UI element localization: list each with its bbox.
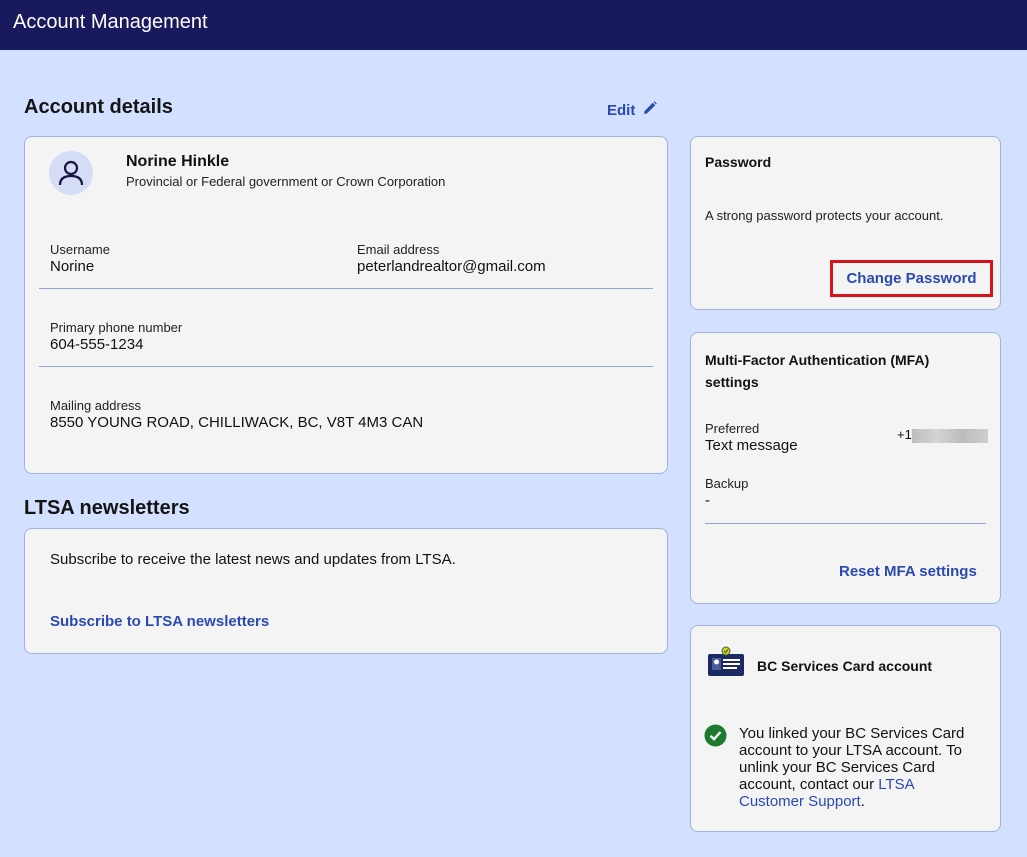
mfa-card: Multi-Factor Authentication (MFA) settin… [690, 332, 1001, 604]
checkmark-circle-icon [704, 724, 727, 752]
edit-account-button[interactable]: Edit [607, 101, 658, 120]
bcsc-heading: BC Services Card account [757, 658, 933, 674]
newsletters-card: Subscribe to receive the latest news and… [24, 528, 668, 654]
newsletters-description: Subscribe to receive the latest news and… [50, 551, 456, 568]
user-organization: Provincial or Federal government or Crow… [126, 174, 446, 189]
phone-value: 604-555-1234 [50, 336, 144, 353]
password-heading: Password [705, 154, 772, 170]
mfa-backup-value: - [705, 492, 710, 509]
divider [705, 523, 986, 524]
reset-mfa-link[interactable]: Reset MFA settings [839, 563, 977, 580]
password-description: A strong password protects your account. [705, 208, 944, 223]
bcsc-card: BC Services Card account You linked your… [690, 625, 1001, 832]
bcsc-message-end: . [860, 793, 865, 810]
mfa-phone-prefix: +1 [897, 427, 912, 442]
edit-label: Edit [607, 102, 636, 119]
bcsc-message: You linked your BC Services Card account… [739, 725, 979, 810]
mfa-preferred-value: Text message [705, 437, 798, 454]
mfa-backup-label: Backup [705, 476, 749, 491]
top-bar: Account Management [0, 0, 1027, 50]
account-details-heading: Account details [24, 96, 173, 118]
avatar [49, 151, 93, 195]
masked-phone-number [911, 428, 988, 443]
email-label: Email address [357, 242, 440, 257]
pencil-icon [643, 101, 658, 120]
newsletters-heading: LTSA newsletters [24, 497, 190, 519]
bcsc-message-text: You linked your BC Services Card account… [739, 725, 965, 793]
mfa-heading-line1: Multi-Factor Authentication (MFA) [705, 352, 930, 368]
divider [39, 366, 653, 367]
user-icon [58, 160, 84, 186]
address-value: 8550 YOUNG ROAD, CHILLIWACK, BC, V8T 4M3… [50, 414, 424, 431]
address-label: Mailing address [50, 398, 142, 413]
password-card: Password A strong password protects your… [690, 136, 1001, 310]
mfa-phone: +1 [897, 427, 988, 443]
phone-label: Primary phone number [50, 320, 183, 335]
user-name: Norine Hinkle [126, 153, 230, 170]
mfa-preferred-label: Preferred [705, 421, 760, 436]
divider [39, 288, 653, 289]
account-details-card: Norine Hinkle Provincial or Federal gove… [24, 136, 668, 474]
mfa-heading: Multi-Factor Authentication (MFA) settin… [705, 349, 929, 393]
id-card-icon [707, 646, 745, 683]
username-value: Norine [50, 258, 95, 275]
change-password-label: Change Password [846, 270, 977, 287]
username-label: Username [50, 242, 110, 257]
email-value: peterlandrealtor@gmail.com [357, 258, 546, 275]
change-password-button[interactable]: Change Password [830, 260, 993, 297]
mfa-heading-line2: settings [705, 374, 759, 390]
subscribe-newsletters-link[interactable]: Subscribe to LTSA newsletters [50, 613, 269, 630]
page-title: Account Management [13, 11, 208, 33]
